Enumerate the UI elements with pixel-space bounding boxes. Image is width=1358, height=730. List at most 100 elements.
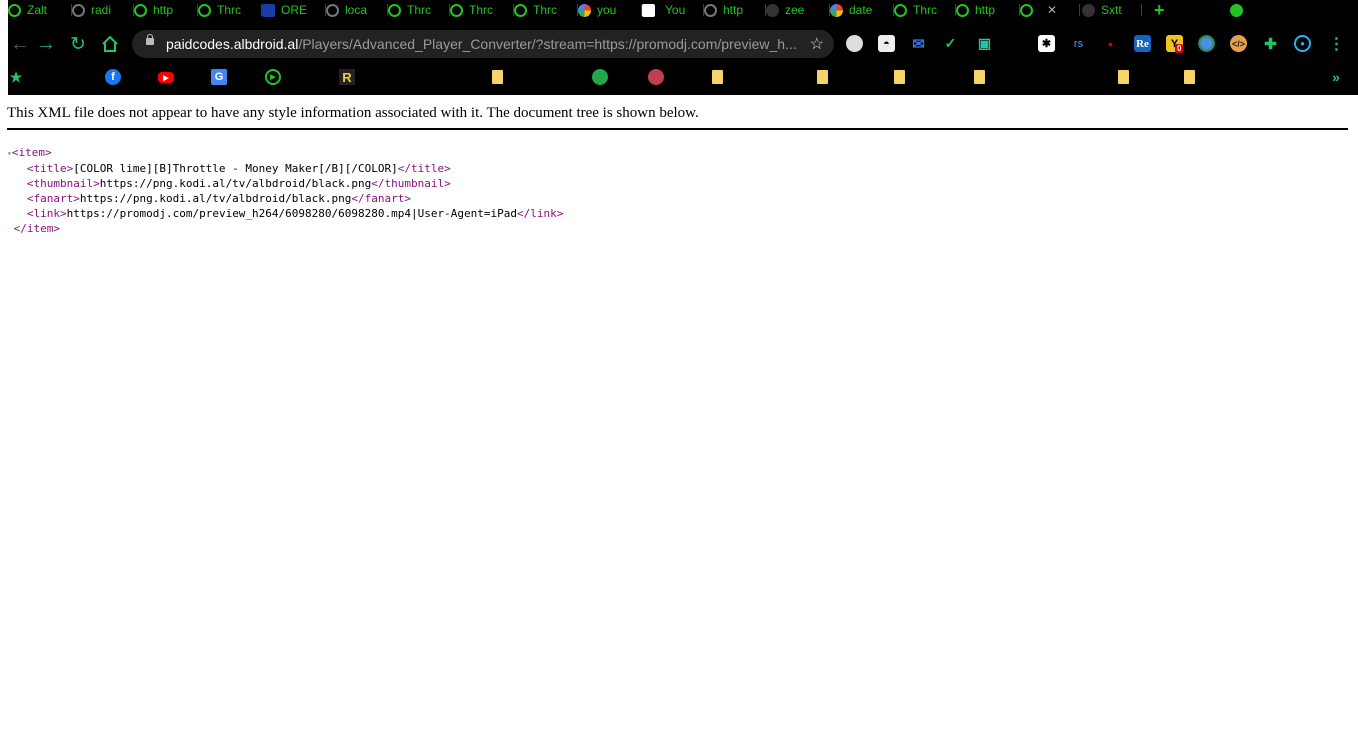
google-cloud-icon [262, 3, 275, 17]
tab[interactable]: http [704, 0, 766, 20]
xml-item-close: </item> [13, 222, 60, 235]
bookmark-star-icon[interactable]: ☆ [810, 34, 824, 54]
play-icon [894, 3, 907, 17]
folder-icon[interactable] [492, 70, 503, 84]
github-icon [1082, 3, 1095, 17]
xml-line-fanart: <fanart>https://png.kodi.al/tv/albdroid/… [26, 192, 411, 205]
check-ext-icon[interactable]: ✓ [942, 35, 959, 52]
xml-line-thumbnail: <thumbnail>https://png.kodi.al/tv/albdro… [26, 177, 451, 190]
bookmarks-star-icon[interactable]: ★ [8, 69, 24, 85]
globe-icon [704, 3, 717, 17]
google-icon [578, 3, 591, 17]
play-icon [198, 3, 211, 17]
globe-icon[interactable] [592, 69, 608, 85]
asterisk-ext-icon[interactable]: ✱ [1038, 35, 1055, 52]
home-icon[interactable] [98, 32, 122, 56]
url-text: paidcodes.albdroid.al/Players/Advanced_P… [166, 36, 797, 52]
xml-line-title: <title>[COLOR lime][B]Throttle - Money M… [26, 162, 451, 175]
red-dot-ext-icon[interactable]: ● [1102, 35, 1119, 52]
address-bar[interactable]: paidcodes.albdroid.al/Players/Advanced_P… [132, 30, 834, 58]
mail-ext-icon[interactable]: ✉ [910, 35, 927, 53]
play-icon [134, 3, 147, 17]
tab[interactable]: http [134, 0, 198, 20]
globe-icon [326, 3, 339, 17]
r-logo-icon[interactable]: R [339, 69, 355, 85]
tab[interactable]: loca [326, 0, 388, 20]
tab[interactable]: radi [72, 0, 134, 20]
tab[interactable]: zee [766, 0, 830, 20]
lock-icon [146, 34, 154, 45]
google-translate-icon[interactable]: G [211, 69, 227, 85]
play-icon [514, 3, 527, 17]
play-icon [388, 3, 401, 17]
toolbar: ← → ↻ paidcodes.albdroid.al/Players/Adva… [8, 27, 1358, 61]
tab-title: ORE [281, 3, 308, 17]
xml-item-open[interactable]: ▾<item> [7, 145, 563, 161]
forward-arrow-icon[interactable]: → [34, 32, 58, 56]
tab-strip: Zalt radi http Thrc ORE loca Thrc Thrc T… [8, 0, 1358, 20]
notification-badge: 0 [1175, 44, 1184, 53]
tab-title: loca [345, 3, 368, 17]
profile-icon[interactable] [1230, 0, 1250, 20]
tab[interactable]: ORE [262, 0, 326, 20]
tab-title: http [975, 3, 996, 17]
tab-title: Thrc [217, 3, 241, 17]
tab[interactable]: Thrc [198, 0, 262, 20]
tab-title: radi [91, 3, 112, 17]
tab-active[interactable]: You [642, 0, 704, 20]
tab[interactable]: http [956, 0, 1020, 20]
github-icon [766, 3, 779, 17]
tab[interactable]: ✕ [1020, 0, 1080, 20]
globe-icon [72, 3, 85, 17]
tab[interactable]: you [578, 0, 642, 20]
facebook-icon[interactable]: f [105, 69, 121, 85]
browser-chrome: Zalt radi http Thrc ORE loca Thrc Thrc T… [8, 0, 1358, 95]
tab-title: You [665, 3, 686, 17]
tab[interactable]: Thrc [514, 0, 578, 20]
folder-icon[interactable] [1184, 70, 1195, 84]
folder-icon[interactable] [894, 70, 905, 84]
folder-icon[interactable] [974, 70, 985, 84]
rose-icon[interactable] [648, 69, 664, 85]
tab[interactable]: date [830, 0, 894, 20]
tab-title: Thrc [407, 3, 431, 17]
bookmarks-bar: ★ f ▶ G ▶ R » [8, 66, 1358, 88]
reload-icon[interactable]: ↻ [66, 32, 90, 56]
y-ext-icon[interactable]: Y0 [1166, 35, 1184, 53]
puzzle-icon[interactable]: ✚ [1262, 35, 1279, 53]
xml-line-link: <link>https://promodj.com/preview_h264/6… [26, 207, 564, 220]
tab[interactable]: Zalt [8, 0, 72, 20]
target-ext-icon[interactable]: ● [1294, 35, 1311, 52]
earth-ext-icon[interactable] [1198, 35, 1215, 52]
tab-title: Thrc [469, 3, 493, 17]
tab-title: http [153, 3, 174, 17]
menu-dots-icon[interactable]: ⋮ [1328, 35, 1345, 53]
xml-tree: ▾<item> <title>[COLOR lime][B]Throttle -… [7, 145, 563, 236]
tab[interactable]: Thrc [450, 0, 514, 20]
tab[interactable]: Sxtt [1082, 0, 1142, 20]
tab[interactable]: Thrc [388, 0, 450, 20]
play-icon [956, 3, 969, 17]
folder-icon[interactable] [1118, 70, 1129, 84]
play-icon [8, 3, 21, 17]
back-arrow-icon[interactable]: ← [8, 32, 32, 56]
code-ext-icon[interactable]: </> [1230, 35, 1247, 52]
re-ext-icon[interactable]: Re [1134, 35, 1151, 52]
more-bookmarks-button[interactable]: » [1328, 69, 1344, 85]
blank-page-icon [642, 3, 655, 17]
new-tab-plus-icon[interactable]: + [1154, 0, 1174, 20]
android-ext-icon[interactable]: ▣ [976, 35, 993, 52]
close-icon[interactable]: ✕ [1047, 3, 1057, 17]
folder-icon[interactable] [817, 70, 828, 84]
tab-title: Sxtt [1101, 3, 1122, 17]
play-icon[interactable]: ▶ [265, 69, 281, 85]
tab-title: you [597, 3, 617, 17]
google-icon [830, 3, 843, 17]
rs-ext-icon[interactable]: rs [1070, 35, 1087, 52]
globe-ext-icon[interactable] [846, 35, 863, 52]
youtube-icon[interactable]: ▶ [158, 72, 174, 83]
folder-icon[interactable] [712, 70, 723, 84]
incognito-ext-icon[interactable]: ◓ [878, 35, 895, 52]
tab[interactable]: Thrc [894, 0, 956, 20]
tab-title: zee [785, 3, 805, 17]
